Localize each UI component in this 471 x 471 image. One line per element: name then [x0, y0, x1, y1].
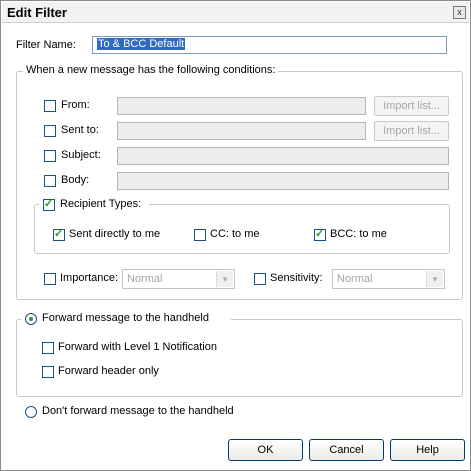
filter-name-input[interactable]: To & BCC Default [92, 36, 447, 54]
filter-name-label: Filter Name: [16, 39, 76, 51]
title-bar: Edit Filter x [2, 2, 469, 23]
bcc-label: BCC: to me [330, 228, 387, 240]
forward-label: Forward message to the handheld [42, 312, 209, 324]
importance-select[interactable]: Normal ▾ [122, 269, 235, 289]
importance-label: Importance: [60, 272, 119, 284]
body-label: Body: [61, 174, 90, 186]
recipient-types-checkbox[interactable] [43, 197, 55, 211]
dialog-title: Edit Filter [7, 5, 67, 20]
importance-value: Normal [127, 273, 163, 285]
from-checkbox[interactable] [44, 100, 56, 112]
cancel-button[interactable]: Cancel [309, 439, 384, 461]
chevron-down-icon[interactable]: ▾ [426, 271, 443, 287]
from-import-list-button[interactable]: Import list... [374, 96, 449, 116]
cc-label: CC: to me [210, 228, 260, 240]
cc-checkbox[interactable] [194, 229, 206, 241]
sent-to-input[interactable] [117, 122, 366, 140]
forward-radio[interactable] [25, 313, 37, 325]
body-checkbox[interactable] [44, 175, 56, 187]
help-button[interactable]: Help [390, 439, 465, 461]
sent-directly-checkbox[interactable] [53, 227, 65, 241]
forward-header-only-label: Forward header only [58, 365, 159, 377]
recipient-types-label: Recipient Types: [60, 198, 142, 210]
sensitivity-checkbox[interactable] [254, 273, 266, 285]
close-icon[interactable]: x [453, 6, 466, 19]
sent-directly-label: Sent directly to me [69, 228, 161, 240]
from-label: From: [61, 99, 90, 111]
subject-label: Subject: [61, 149, 101, 161]
conditions-legend: When a new message has the following con… [23, 64, 279, 76]
ok-button[interactable]: OK [228, 439, 303, 461]
sensitivity-select[interactable]: Normal ▾ [332, 269, 445, 289]
sensitivity-value: Normal [337, 273, 373, 285]
dont-forward-radio[interactable] [25, 406, 37, 418]
importance-checkbox[interactable] [44, 273, 56, 285]
bcc-checkbox[interactable] [314, 227, 326, 241]
dont-forward-label: Don't forward message to the handheld [42, 405, 234, 417]
sent-to-import-list-button[interactable]: Import list... [374, 121, 449, 141]
subject-input[interactable] [117, 147, 449, 165]
from-input[interactable] [117, 97, 366, 115]
sent-to-label: Sent to: [61, 124, 99, 136]
forward-level1-checkbox[interactable] [42, 342, 54, 354]
body-input[interactable] [117, 172, 449, 190]
forward-header-only-checkbox[interactable] [42, 366, 54, 378]
subject-checkbox[interactable] [44, 150, 56, 162]
sent-to-checkbox[interactable] [44, 125, 56, 137]
sensitivity-label: Sensitivity: [270, 272, 323, 284]
forward-level1-label: Forward with Level 1 Notification [58, 341, 217, 353]
edit-filter-dialog: Edit Filter x Filter Name: To & BCC Defa… [0, 0, 471, 471]
chevron-down-icon[interactable]: ▾ [216, 271, 233, 287]
forward-group [16, 319, 463, 397]
